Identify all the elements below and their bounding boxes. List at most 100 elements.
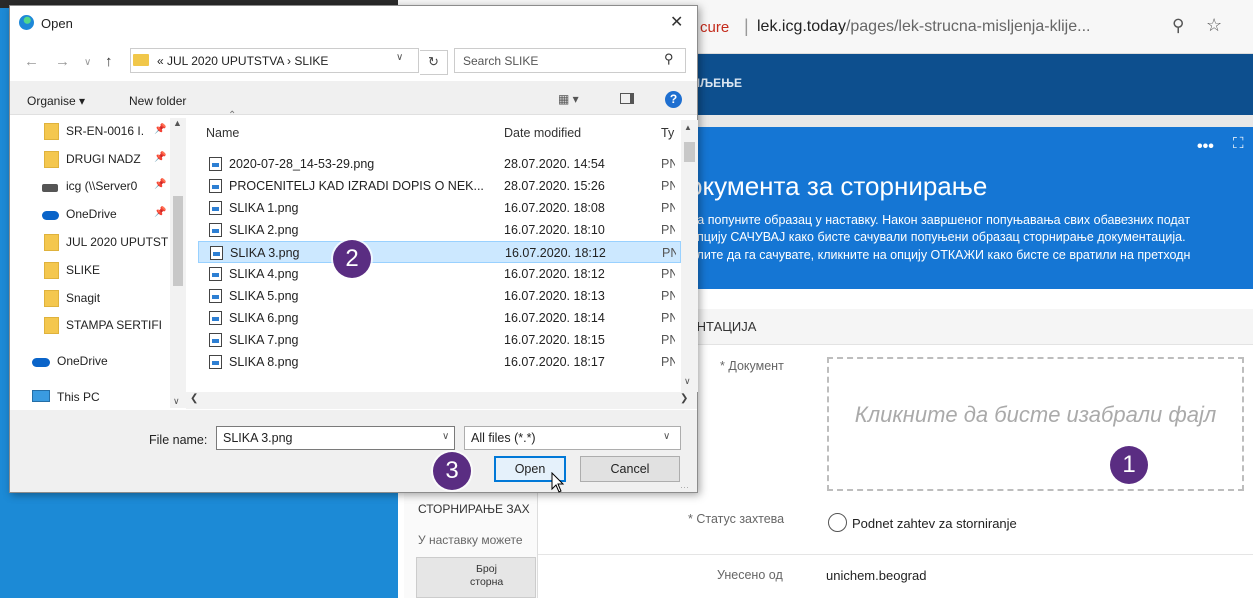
status-option-label[interactable]: Podnet zahtev za storniranje — [852, 516, 1017, 531]
chevron-right-icon[interactable]: ❯ — [680, 393, 688, 404]
dropzone-text[interactable]: Кликните да бисте изабрали фајл — [827, 396, 1244, 434]
search-icon[interactable]: ⚲ — [664, 51, 674, 67]
file-name-input[interactable]: SLIKA 3.png ∨ — [216, 426, 455, 450]
row-divider — [538, 554, 1253, 555]
file-type-filter[interactable]: All files (*.*) ∨ — [464, 426, 681, 450]
pin-icon: 📌 — [154, 179, 167, 190]
column-header-type[interactable]: Ty — [661, 126, 674, 140]
tree-item[interactable]: SLIKE — [10, 257, 180, 283]
image-file-icon — [209, 289, 222, 303]
search-placeholder: Search SLIKE — [463, 54, 539, 68]
chevron-down-icon[interactable]: ∨ — [173, 396, 180, 407]
folder-icon — [44, 123, 59, 140]
file-row[interactable]: PROCENITELJ KAD IZRADI DOPIS O NEK... 28.… — [198, 175, 681, 197]
forward-arrow-icon[interactable]: → — [55, 53, 70, 70]
image-file-icon — [209, 157, 222, 171]
url-text[interactable]: lek.icg.today/pages/lek-strucna-misljenj… — [757, 18, 1090, 36]
favorite-star-icon[interactable]: ☆ — [1206, 15, 1222, 36]
address-path[interactable]: « JUL 2020 UPUTSTVA › SLIKE — [157, 54, 328, 68]
step-marker-1: 1 — [1110, 446, 1148, 484]
file-row[interactable]: 2020-07-28_14-53-29.png 28.07.2020. 14:54… — [198, 153, 681, 175]
dialog-toolbar — [10, 81, 697, 115]
chevron-up-icon[interactable]: ▲ — [173, 118, 182, 128]
card-text: У наставку можете — [418, 533, 523, 547]
image-file-icon — [209, 333, 222, 347]
panel-description-line: да попуните образац у наставку. Након за… — [690, 213, 1191, 227]
chevron-up-icon[interactable]: ▲ — [684, 123, 692, 132]
file-row[interactable]: SLIKA 6.png 16.07.2020. 18:14 PN — [198, 307, 681, 329]
cancel-button[interactable]: Cancel — [580, 456, 680, 482]
folder-icon — [44, 317, 59, 334]
fullscreen-icon[interactable]: ⛶ — [1233, 135, 1244, 152]
card-column-label: сторна — [470, 576, 504, 588]
tree-item[interactable]: icg (\\Server0 📌 — [10, 173, 180, 199]
tree-item[interactable]: Snagit — [10, 285, 180, 311]
folder-icon — [44, 262, 59, 279]
refresh-icon[interactable]: ↻ — [420, 50, 448, 75]
network-drive-icon — [42, 184, 58, 192]
view-options-icon[interactable]: ▦ ▾ — [558, 92, 579, 106]
tree-item[interactable]: JUL 2020 UPUTST — [10, 229, 180, 255]
image-file-icon — [209, 311, 222, 325]
tree-item[interactable]: OneDrive — [10, 348, 180, 374]
pin-icon: 📌 — [154, 152, 167, 163]
step-marker-2: 2 — [333, 240, 371, 278]
preview-pane-icon[interactable] — [620, 93, 634, 104]
url-host: lek.icg.today — [757, 18, 846, 35]
onedrive-cloud-icon — [32, 358, 50, 367]
file-row[interactable]: SLIKA 2.png 16.07.2020. 18:10 PN — [198, 219, 681, 241]
folder-icon — [44, 151, 59, 168]
image-file-icon — [209, 223, 222, 237]
new-folder-button[interactable]: New folder — [129, 94, 186, 108]
file-name-label: File name: — [149, 433, 208, 447]
back-arrow-icon[interactable]: ← — [24, 53, 39, 70]
chevron-down-icon[interactable]: ∨ — [396, 52, 403, 63]
column-header-name[interactable]: Name — [206, 126, 239, 140]
help-icon[interactable]: ? — [665, 91, 682, 108]
close-icon[interactable]: ✕ — [670, 12, 683, 32]
tree-scroll-thumb[interactable] — [173, 196, 183, 286]
column-header-date[interactable]: Date modified — [504, 126, 581, 140]
file-list-scroll-thumb[interactable] — [684, 142, 695, 162]
tree-item[interactable]: DRUGI NADZ 📌 — [10, 146, 180, 172]
tree-item[interactable]: OneDrive 📌 — [10, 201, 180, 227]
card-column-label: Број — [476, 563, 497, 575]
more-options-icon[interactable]: ••• — [1197, 138, 1214, 156]
file-row[interactable]: SLIKA 7.png 16.07.2020. 18:15 PN — [198, 329, 681, 351]
url-path: /pages/lek-strucna-misljenja-klije... — [845, 18, 1091, 35]
chevron-down-icon[interactable]: ∨ — [663, 431, 670, 442]
section-title: ЕНТАЦИЈА — [688, 319, 757, 334]
file-type-value: All files (*.*) — [471, 431, 536, 445]
chevron-down-icon[interactable]: ∨ — [442, 431, 449, 442]
status-radio[interactable] — [828, 513, 847, 532]
sort-indicator-icon: ⌃ — [228, 110, 237, 121]
tree-item[interactable]: SR-EN-0016 I. 📌 — [10, 118, 180, 144]
panel-description-line: опцију САЧУВАЈ како бисте сачували попуњ… — [690, 230, 1186, 244]
onedrive-cloud-icon — [42, 211, 59, 220]
file-row[interactable]: SLIKA 4.png 16.07.2020. 18:12 PN — [198, 263, 681, 285]
tree-item[interactable]: STAMPA SERTIFI — [10, 312, 180, 338]
resize-grip-icon[interactable]: ⋯ — [680, 482, 689, 493]
tree-item[interactable]: This PC — [10, 384, 180, 410]
mouse-cursor-icon — [551, 472, 565, 493]
file-row[interactable]: SLIKA 8.png 16.07.2020. 18:17 PN — [198, 351, 681, 373]
chevron-left-icon[interactable]: ❮ — [190, 393, 198, 404]
document-label: * Документ — [720, 359, 784, 373]
image-file-icon — [210, 246, 223, 260]
up-arrow-icon[interactable]: ↑ — [105, 53, 113, 70]
horizontal-scrollbar[interactable] — [186, 392, 697, 409]
chevron-down-icon[interactable]: ∨ — [684, 376, 691, 387]
pin-icon: 📌 — [154, 124, 167, 135]
image-file-icon — [209, 355, 222, 369]
file-row[interactable]: SLIKA 1.png 16.07.2020. 18:08 PN — [198, 197, 681, 219]
file-row[interactable]: SLIKA 5.png 16.07.2020. 18:13 PN — [198, 285, 681, 307]
zoom-out-icon[interactable]: ⚲ — [1172, 16, 1184, 36]
file-row-selected[interactable]: SLIKA 3.png 16.07.2020. 18:12 PN — [198, 241, 681, 263]
status-label: * Статус захтева — [688, 512, 785, 526]
navigation-tree: SR-EN-0016 I. 📌 DRUGI NADZ 📌 icg (\\Server… — [10, 116, 186, 410]
recent-locations-icon[interactable]: ∨ — [84, 57, 91, 68]
organise-menu[interactable]: Organise ▾ — [27, 94, 85, 108]
edge-browser-icon — [19, 15, 34, 30]
dialog-title: Open — [41, 16, 73, 31]
security-indicator[interactable]: cure — [700, 19, 729, 36]
